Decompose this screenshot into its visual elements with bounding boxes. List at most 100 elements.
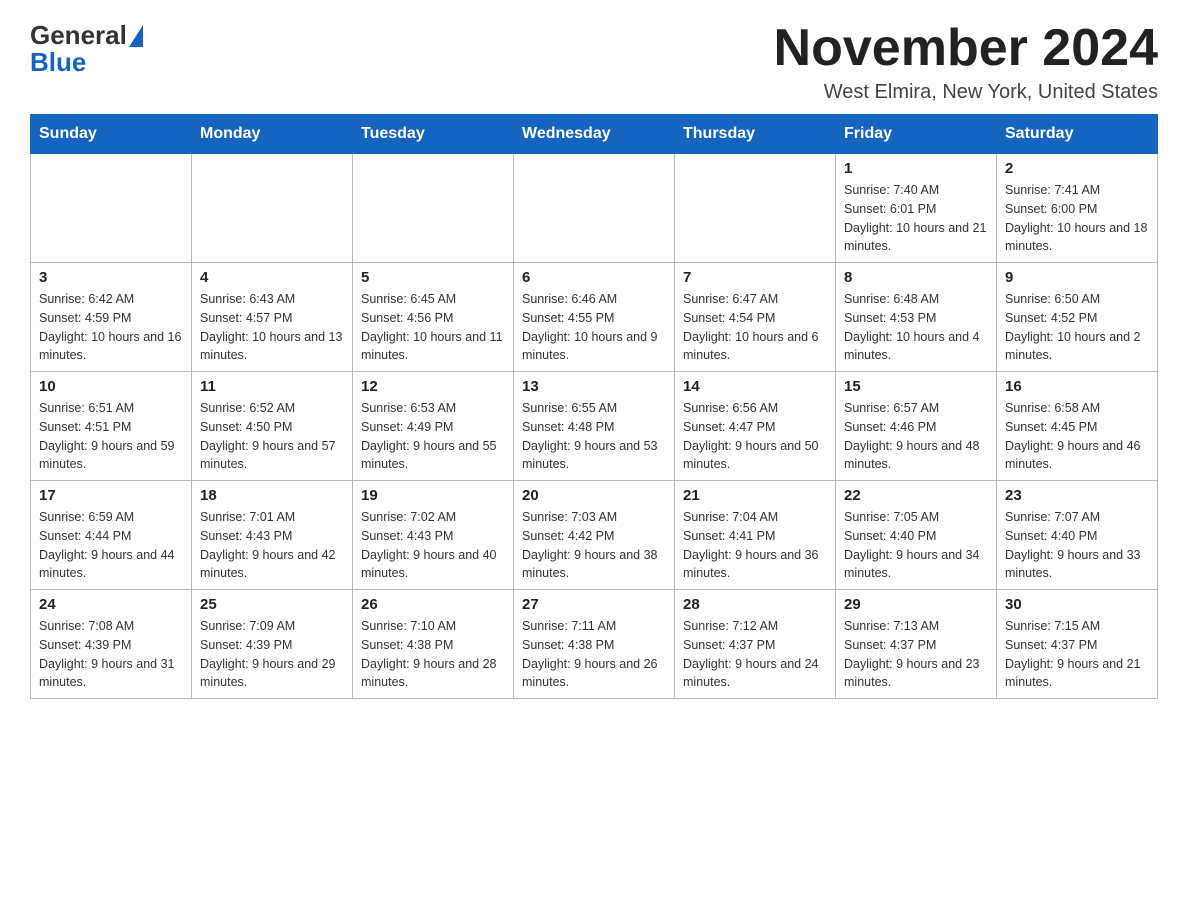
- day-info: Sunrise: 6:42 AMSunset: 4:59 PMDaylight:…: [39, 290, 183, 365]
- calendar-cell: 25 Sunrise: 7:09 AMSunset: 4:39 PMDayligh…: [192, 590, 353, 699]
- day-number: 20: [522, 487, 666, 504]
- logo-blue-text: Blue: [30, 47, 86, 78]
- day-number: 14: [683, 378, 827, 395]
- day-info: Sunrise: 6:55 AMSunset: 4:48 PMDaylight:…: [522, 399, 666, 474]
- day-number: 12: [361, 378, 505, 395]
- calendar-cell: 8 Sunrise: 6:48 AMSunset: 4:53 PMDaylight…: [836, 263, 997, 372]
- calendar-cell: 15 Sunrise: 6:57 AMSunset: 4:46 PMDayligh…: [836, 372, 997, 481]
- day-info: Sunrise: 6:46 AMSunset: 4:55 PMDaylight:…: [522, 290, 666, 365]
- logo-triangle-icon: [129, 25, 143, 47]
- day-info: Sunrise: 6:43 AMSunset: 4:57 PMDaylight:…: [200, 290, 344, 365]
- day-info: Sunrise: 7:41 AMSunset: 6:00 PMDaylight:…: [1005, 181, 1149, 256]
- day-number: 28: [683, 596, 827, 613]
- calendar-cell: 28 Sunrise: 7:12 AMSunset: 4:37 PMDayligh…: [675, 590, 836, 699]
- title-area: November 2024 West Elmira, New York, Uni…: [774, 20, 1158, 104]
- calendar-cell: 1 Sunrise: 7:40 AMSunset: 6:01 PMDaylight…: [836, 154, 997, 263]
- day-number: 18: [200, 487, 344, 504]
- day-info: Sunrise: 7:08 AMSunset: 4:39 PMDaylight:…: [39, 617, 183, 692]
- day-info: Sunrise: 6:52 AMSunset: 4:50 PMDaylight:…: [200, 399, 344, 474]
- calendar-cell: 22 Sunrise: 7:05 AMSunset: 4:40 PMDayligh…: [836, 481, 997, 590]
- calendar-cell: [31, 154, 192, 263]
- day-number: 22: [844, 487, 988, 504]
- day-number: 5: [361, 269, 505, 286]
- day-info: Sunrise: 6:58 AMSunset: 4:45 PMDaylight:…: [1005, 399, 1149, 474]
- header-wednesday: Wednesday: [514, 115, 675, 154]
- day-number: 10: [39, 378, 183, 395]
- day-info: Sunrise: 7:01 AMSunset: 4:43 PMDaylight:…: [200, 508, 344, 583]
- day-info: Sunrise: 6:53 AMSunset: 4:49 PMDaylight:…: [361, 399, 505, 474]
- day-info: Sunrise: 7:10 AMSunset: 4:38 PMDaylight:…: [361, 617, 505, 692]
- calendar-cell: 17 Sunrise: 6:59 AMSunset: 4:44 PMDayligh…: [31, 481, 192, 590]
- day-info: Sunrise: 7:05 AMSunset: 4:40 PMDaylight:…: [844, 508, 988, 583]
- day-info: Sunrise: 7:09 AMSunset: 4:39 PMDaylight:…: [200, 617, 344, 692]
- day-number: 11: [200, 378, 344, 395]
- day-number: 25: [200, 596, 344, 613]
- day-number: 3: [39, 269, 183, 286]
- week-row-5: 24 Sunrise: 7:08 AMSunset: 4:39 PMDayligh…: [31, 590, 1158, 699]
- day-number: 24: [39, 596, 183, 613]
- month-title: November 2024: [774, 20, 1158, 77]
- header-friday: Friday: [836, 115, 997, 154]
- day-number: 1: [844, 160, 988, 177]
- day-number: 23: [1005, 487, 1149, 504]
- logo: General Blue: [30, 20, 143, 78]
- calendar-cell: 16 Sunrise: 6:58 AMSunset: 4:45 PMDayligh…: [997, 372, 1158, 481]
- calendar-header: SundayMondayTuesdayWednesdayThursdayFrid…: [31, 115, 1158, 154]
- day-number: 30: [1005, 596, 1149, 613]
- calendar-cell: 5 Sunrise: 6:45 AMSunset: 4:56 PMDaylight…: [353, 263, 514, 372]
- header-monday: Monday: [192, 115, 353, 154]
- day-info: Sunrise: 7:11 AMSunset: 4:38 PMDaylight:…: [522, 617, 666, 692]
- day-number: 8: [844, 269, 988, 286]
- calendar-cell: [192, 154, 353, 263]
- calendar-cell: 14 Sunrise: 6:56 AMSunset: 4:47 PMDayligh…: [675, 372, 836, 481]
- week-row-4: 17 Sunrise: 6:59 AMSunset: 4:44 PMDayligh…: [31, 481, 1158, 590]
- day-info: Sunrise: 6:56 AMSunset: 4:47 PMDaylight:…: [683, 399, 827, 474]
- calendar-cell: 19 Sunrise: 7:02 AMSunset: 4:43 PMDayligh…: [353, 481, 514, 590]
- calendar-cell: 26 Sunrise: 7:10 AMSunset: 4:38 PMDayligh…: [353, 590, 514, 699]
- day-number: 15: [844, 378, 988, 395]
- day-number: 6: [522, 269, 666, 286]
- day-number: 16: [1005, 378, 1149, 395]
- calendar-cell: 12 Sunrise: 6:53 AMSunset: 4:49 PMDayligh…: [353, 372, 514, 481]
- day-info: Sunrise: 7:04 AMSunset: 4:41 PMDaylight:…: [683, 508, 827, 583]
- calendar-table: SundayMondayTuesdayWednesdayThursdayFrid…: [30, 114, 1158, 699]
- calendar-cell: 30 Sunrise: 7:15 AMSunset: 4:37 PMDayligh…: [997, 590, 1158, 699]
- day-number: 2: [1005, 160, 1149, 177]
- header-row: SundayMondayTuesdayWednesdayThursdayFrid…: [31, 115, 1158, 154]
- day-info: Sunrise: 7:15 AMSunset: 4:37 PMDaylight:…: [1005, 617, 1149, 692]
- day-info: Sunrise: 7:02 AMSunset: 4:43 PMDaylight:…: [361, 508, 505, 583]
- day-number: 21: [683, 487, 827, 504]
- day-number: 13: [522, 378, 666, 395]
- day-number: 17: [39, 487, 183, 504]
- calendar-cell: 3 Sunrise: 6:42 AMSunset: 4:59 PMDaylight…: [31, 263, 192, 372]
- day-info: Sunrise: 6:50 AMSunset: 4:52 PMDaylight:…: [1005, 290, 1149, 365]
- day-info: Sunrise: 6:59 AMSunset: 4:44 PMDaylight:…: [39, 508, 183, 583]
- day-info: Sunrise: 6:48 AMSunset: 4:53 PMDaylight:…: [844, 290, 988, 365]
- week-row-1: 1 Sunrise: 7:40 AMSunset: 6:01 PMDaylight…: [31, 154, 1158, 263]
- calendar-cell: 10 Sunrise: 6:51 AMSunset: 4:51 PMDayligh…: [31, 372, 192, 481]
- week-row-2: 3 Sunrise: 6:42 AMSunset: 4:59 PMDaylight…: [31, 263, 1158, 372]
- calendar-cell: [514, 154, 675, 263]
- day-info: Sunrise: 7:07 AMSunset: 4:40 PMDaylight:…: [1005, 508, 1149, 583]
- day-info: Sunrise: 6:45 AMSunset: 4:56 PMDaylight:…: [361, 290, 505, 365]
- location-text: West Elmira, New York, United States: [774, 81, 1158, 104]
- day-info: Sunrise: 6:57 AMSunset: 4:46 PMDaylight:…: [844, 399, 988, 474]
- day-number: 19: [361, 487, 505, 504]
- calendar-cell: 23 Sunrise: 7:07 AMSunset: 4:40 PMDayligh…: [997, 481, 1158, 590]
- calendar-cell: 18 Sunrise: 7:01 AMSunset: 4:43 PMDayligh…: [192, 481, 353, 590]
- day-info: Sunrise: 7:40 AMSunset: 6:01 PMDaylight:…: [844, 181, 988, 256]
- day-number: 26: [361, 596, 505, 613]
- day-number: 7: [683, 269, 827, 286]
- calendar-cell: 2 Sunrise: 7:41 AMSunset: 6:00 PMDaylight…: [997, 154, 1158, 263]
- day-info: Sunrise: 7:03 AMSunset: 4:42 PMDaylight:…: [522, 508, 666, 583]
- calendar-cell: 20 Sunrise: 7:03 AMSunset: 4:42 PMDayligh…: [514, 481, 675, 590]
- calendar-cell: 24 Sunrise: 7:08 AMSunset: 4:39 PMDayligh…: [31, 590, 192, 699]
- calendar-cell: 11 Sunrise: 6:52 AMSunset: 4:50 PMDayligh…: [192, 372, 353, 481]
- header-sunday: Sunday: [31, 115, 192, 154]
- day-info: Sunrise: 7:12 AMSunset: 4:37 PMDaylight:…: [683, 617, 827, 692]
- calendar-cell: 13 Sunrise: 6:55 AMSunset: 4:48 PMDayligh…: [514, 372, 675, 481]
- day-number: 27: [522, 596, 666, 613]
- page-header: General Blue November 2024 West Elmira, …: [30, 20, 1158, 104]
- calendar-cell: [675, 154, 836, 263]
- day-info: Sunrise: 6:51 AMSunset: 4:51 PMDaylight:…: [39, 399, 183, 474]
